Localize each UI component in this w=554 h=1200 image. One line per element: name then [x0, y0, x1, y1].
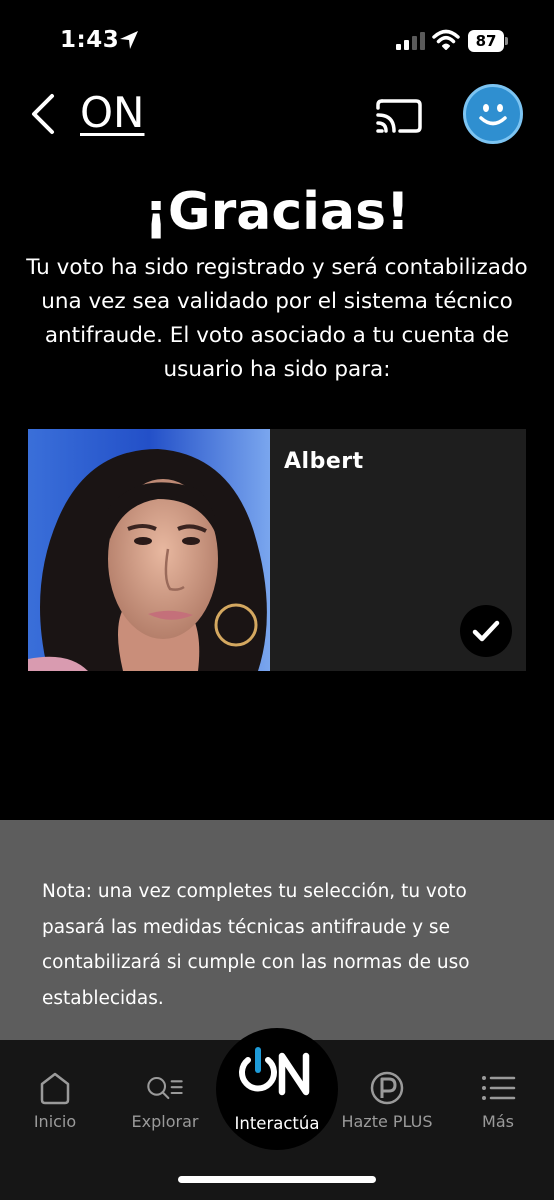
note-panel: Nota: una vez completes tu selección, tu… [0, 820, 554, 1040]
tab-label: Hazte PLUS [341, 1112, 433, 1131]
tab-explorar[interactable]: Explorar [110, 1040, 220, 1150]
selected-checkmark [460, 605, 512, 657]
cellular-signal-icon [396, 32, 425, 50]
battery-level: 87 [468, 30, 504, 52]
note-text: Nota: una vez completes tu selección, tu… [42, 881, 470, 1009]
tab-interactua[interactable]: Interactúa [216, 1028, 338, 1150]
home-icon [40, 1072, 70, 1105]
check-icon [472, 620, 500, 642]
user-avatar[interactable] [463, 84, 523, 144]
tab-label: Interactúa [234, 1114, 320, 1133]
on-power-icon [239, 1047, 310, 1096]
cast-icon[interactable] [374, 95, 424, 135]
battery-icon: 87 [468, 30, 508, 52]
tab-mas[interactable]: Más [443, 1040, 553, 1150]
candidate-photo [28, 429, 270, 671]
search-list-icon [147, 1076, 183, 1100]
thanks-message: Tu voto ha sido registrado y será contab… [26, 255, 528, 382]
thanks-title: ¡Gracias! [144, 182, 410, 242]
tab-label: Explorar [131, 1112, 199, 1131]
home-indicator[interactable] [178, 1176, 376, 1183]
tab-label: Más [482, 1112, 514, 1131]
tab-inicio[interactable]: Inicio [0, 1040, 110, 1150]
tab-label: Inicio [33, 1112, 77, 1131]
candidate-card[interactable]: Albert [28, 429, 526, 671]
location-arrow-icon [120, 31, 138, 49]
candidate-name: Albert [284, 449, 364, 474]
back-chevron-icon[interactable] [26, 92, 60, 136]
plus-p-icon [370, 1071, 404, 1105]
status-bar: 1:43 87 [0, 0, 554, 80]
tab-hazte-plus[interactable]: Hazte PLUS [332, 1040, 442, 1150]
smiley-face-icon [479, 104, 507, 126]
header-title[interactable]: ON [80, 88, 144, 137]
wifi-icon [432, 29, 460, 50]
menu-list-icon [482, 1076, 516, 1100]
status-time: 1:43 [60, 27, 120, 53]
